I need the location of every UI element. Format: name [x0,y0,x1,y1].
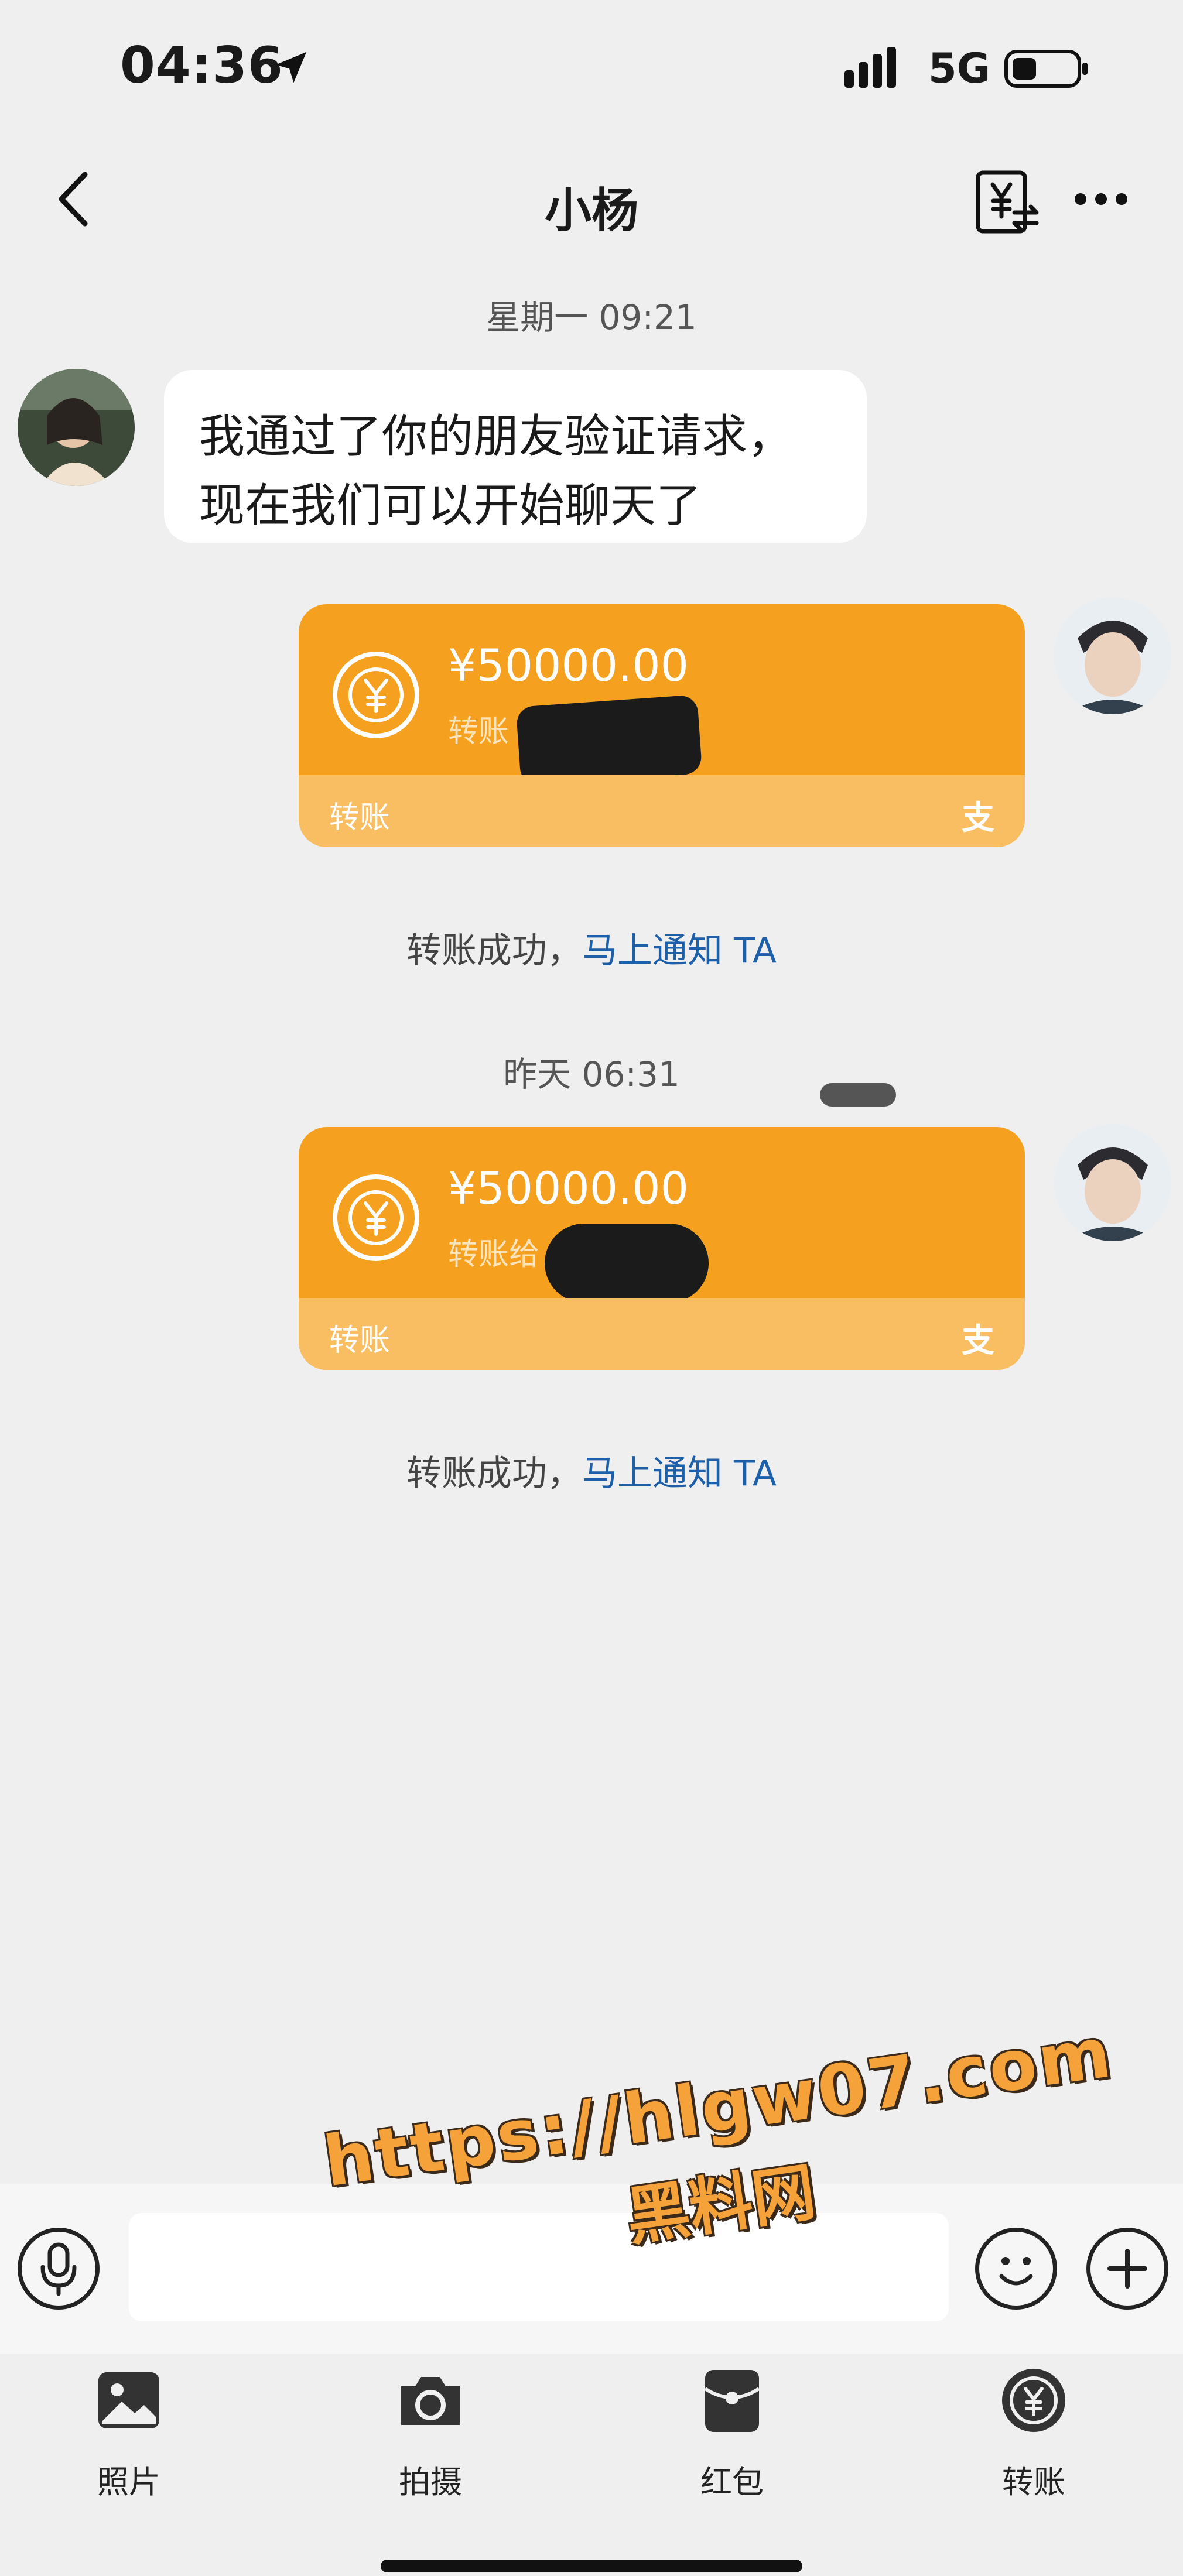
more-dots-icon [1075,193,1127,205]
toolbar-camera[interactable]: 拍摄 [343,2354,518,2529]
my-avatar[interactable] [1054,597,1171,714]
my-avatar[interactable] [1054,1124,1171,1241]
avatar-photo-icon [18,369,135,486]
redaction-mark [820,1083,896,1107]
network-type: 5G [928,44,991,93]
yuan-coin-icon [333,652,419,738]
timestamp: 昨天 06:31 [503,1054,680,1094]
toolbar-photo[interactable]: 照片 [41,2354,217,2529]
transfer-footer-label: 转账 [329,1323,391,1358]
transfer-footer-label: 转账 [329,800,391,835]
avatar-photo-icon [1054,597,1171,714]
toolbar-transfer[interactable]: 转账 [946,2354,1122,2529]
home-indicator [381,2560,802,2572]
notify-ta-link[interactable]: 马上通知 TA [582,1453,777,1494]
toolbar-label: 拍摄 [399,2464,462,2500]
voice-input-button[interactable] [18,2228,100,2310]
redaction-mark [515,694,703,786]
transfer-success-notice: 转账成功，马上通知 TA [406,930,777,971]
signal-icon [844,47,896,88]
toolbar-label: 转账 [1002,2464,1065,2500]
toolbar-red-packet[interactable]: 红包 [644,2354,820,2529]
red-packet-icon [704,2370,760,2432]
transfer-amount: ¥50000.00 [448,639,689,691]
transfer-amount: ¥50000.00 [448,1162,689,1214]
transfer-card[interactable]: ¥50000.00 转账 转账 支 [299,604,1025,847]
transfer-subtitle: 转账给 [448,1237,540,1272]
transfer-success-notice: 转账成功，马上通知 TA [406,1453,777,1494]
redaction-mark [545,1224,709,1303]
smiley-icon [999,2257,1033,2286]
alipay-icon: 支 [962,799,994,837]
yuan-coin-icon [333,1174,419,1261]
notify-ta-link[interactable]: 马上通知 TA [582,930,777,971]
emoji-button[interactable] [975,2228,1057,2310]
currency-exchange-icon[interactable] [972,167,1042,237]
transfer-subtitle: 转账 [448,714,510,749]
battery-icon [1004,50,1088,88]
toolbar-label: 照片 [97,2464,160,2500]
status-time: 04:36 [120,36,283,95]
plus-icon [1107,2249,1147,2289]
transfer-icon [1002,2369,1065,2432]
alipay-icon: 支 [962,1322,994,1360]
transfer-card[interactable]: ¥50000.00 转账给 转账 支 [299,1127,1025,1370]
photo-icon [98,2372,159,2428]
more-options-button[interactable] [1066,176,1136,222]
timestamp: 星期一 09:21 [486,297,697,337]
more-actions-button[interactable] [1086,2228,1168,2310]
incoming-message-bubble[interactable]: 我通过了你的朋友验证请求，现在我们可以开始聊天了 [164,370,867,543]
toolbar-label: 红包 [700,2464,764,2500]
microphone-icon [40,2242,77,2296]
message-text: 我通过了你的朋友验证请求，现在我们可以开始聊天了 [199,410,794,532]
contact-avatar[interactable] [18,369,135,486]
camera-icon [401,2377,460,2425]
avatar-photo-icon [1054,1124,1171,1241]
location-arrow-icon [275,52,307,83]
